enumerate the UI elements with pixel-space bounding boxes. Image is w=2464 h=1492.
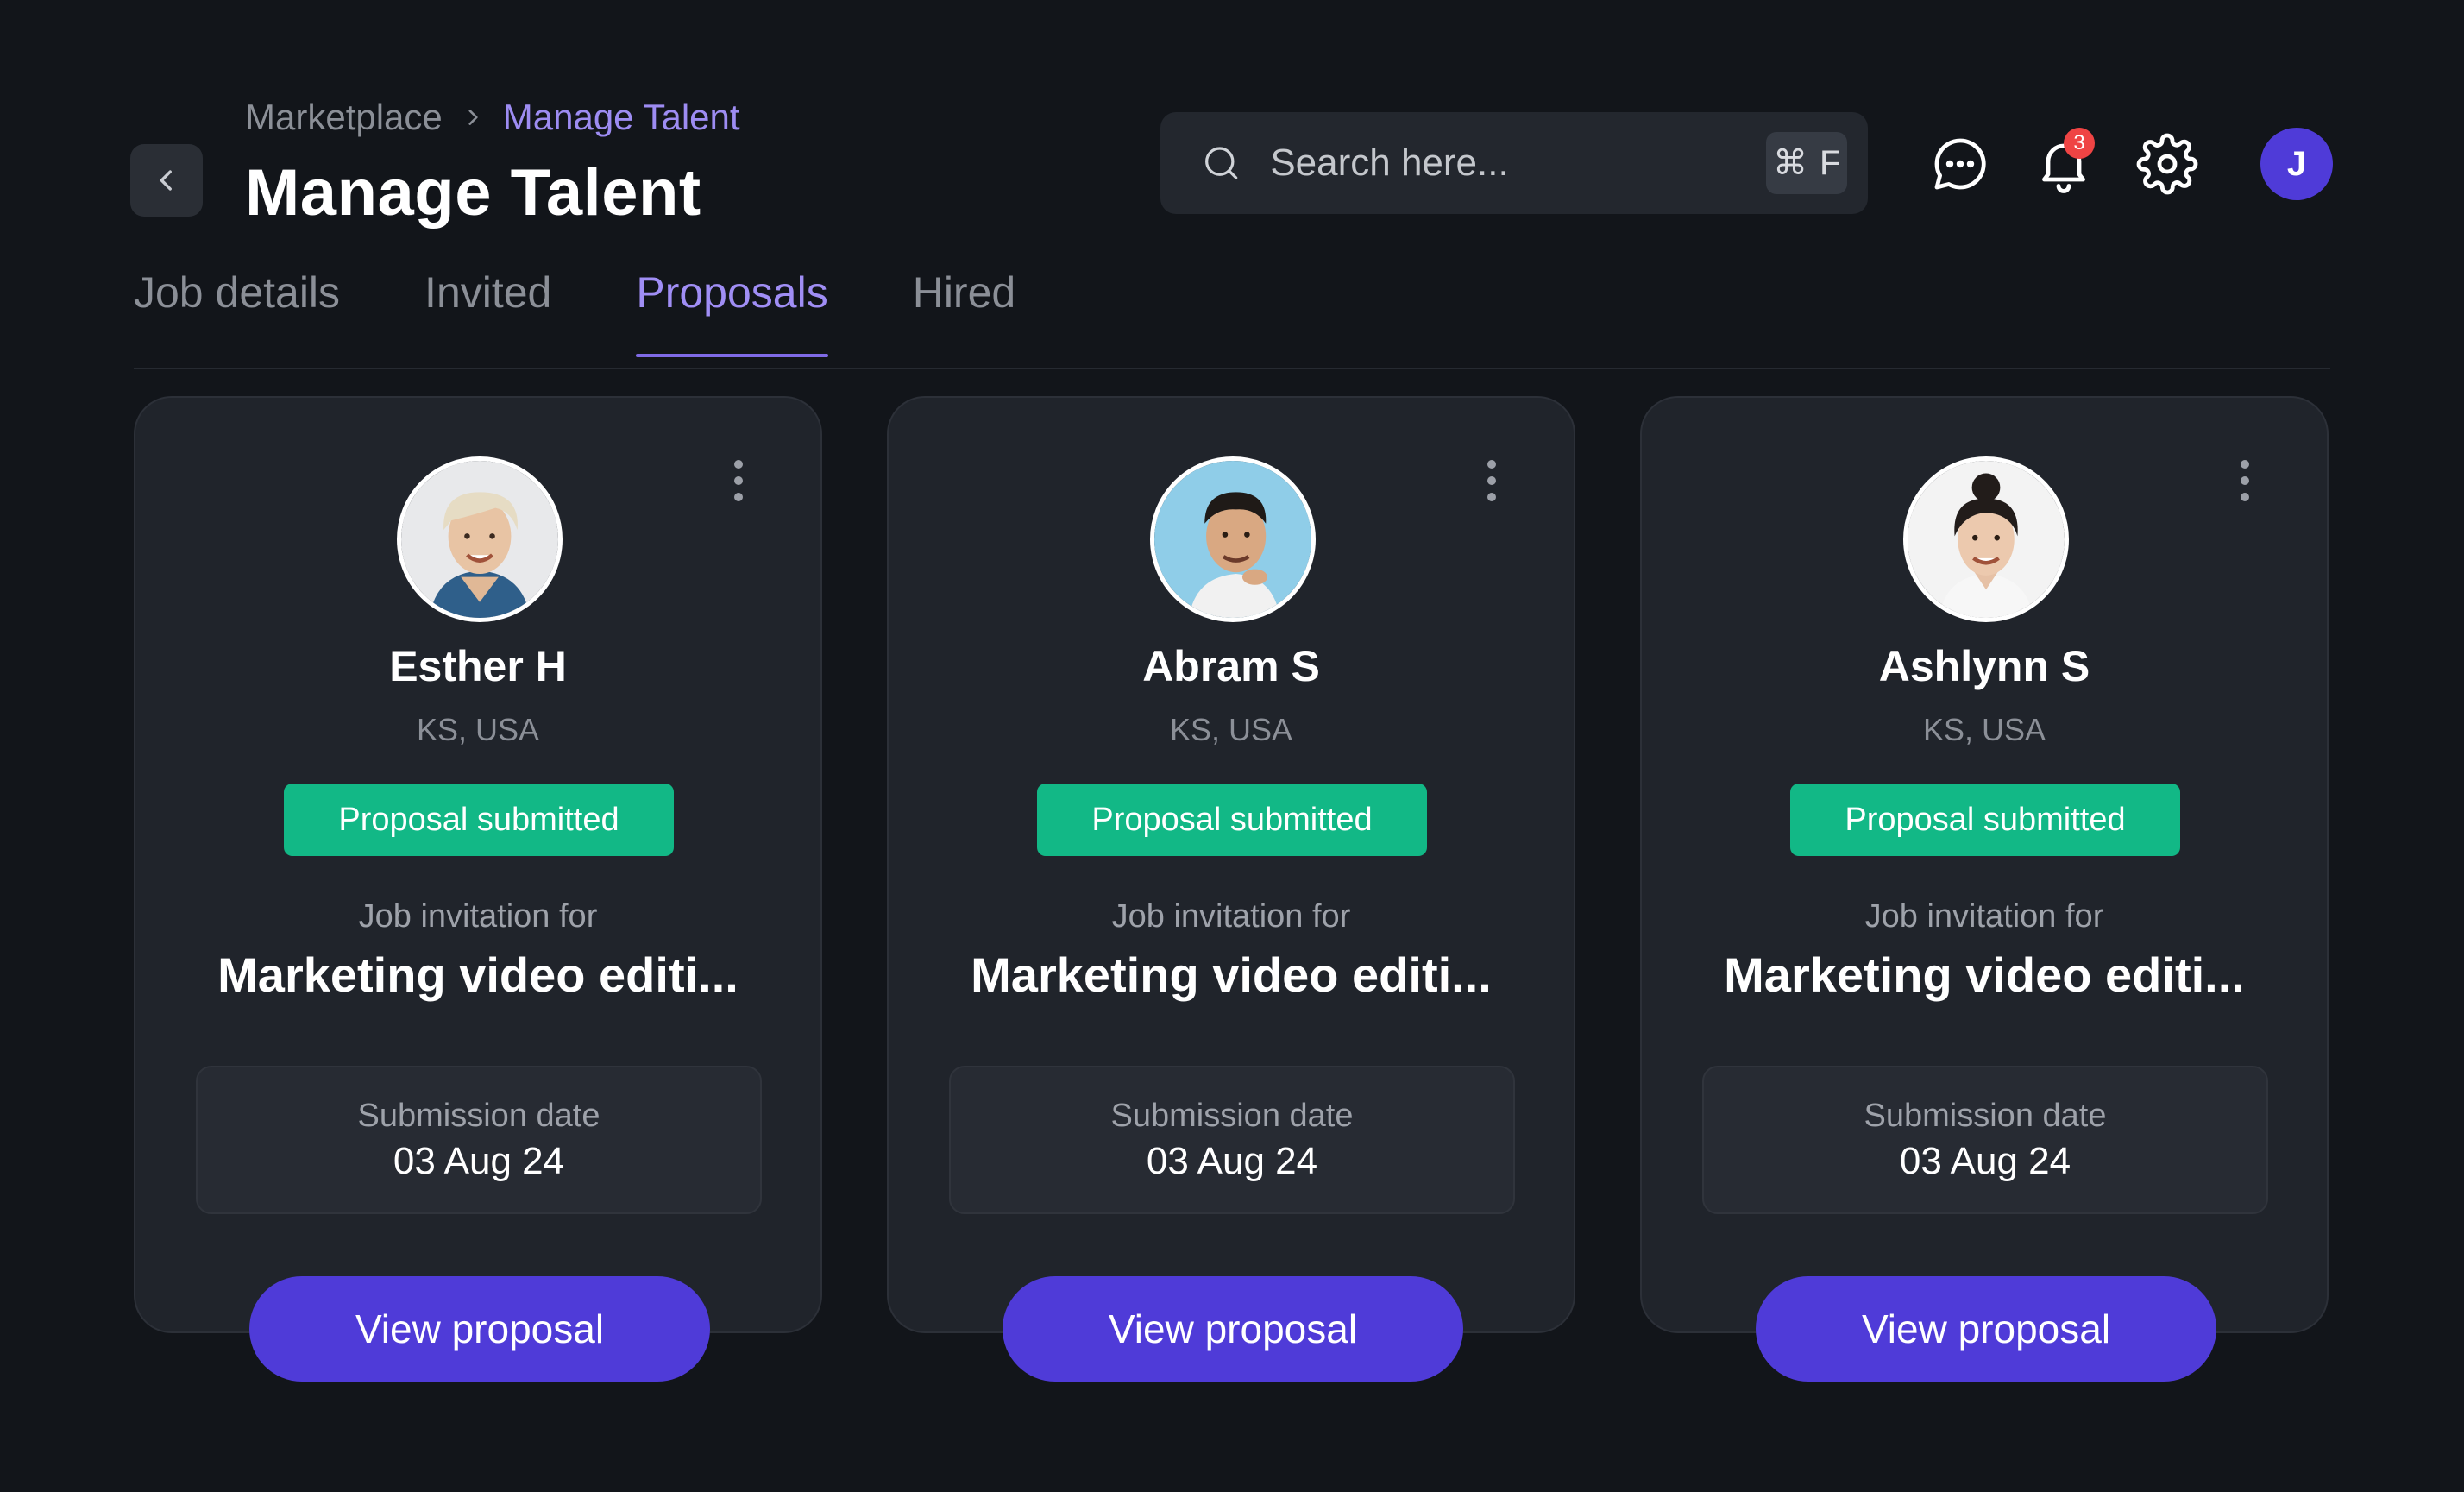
breadcrumb-item-marketplace[interactable]: Marketplace <box>245 97 443 138</box>
search-input[interactable] <box>1270 142 1767 185</box>
talent-location: KS, USA <box>1922 712 2046 747</box>
submission-date-box: Submission date 03 Aug 24 <box>196 1066 762 1214</box>
view-proposal-button[interactable]: View proposal <box>1756 1276 2216 1382</box>
search-icon <box>1205 147 1238 179</box>
notification-count-badge: 3 <box>2064 128 2095 159</box>
job-title: Marketing video editi... <box>217 947 739 1002</box>
submission-date-value: 03 Aug 24 <box>393 1139 565 1182</box>
chat-bubble-icon <box>1934 138 1986 190</box>
tab-proposals[interactable]: Proposals <box>636 259 829 357</box>
search-bar[interactable]: ⌘ F <box>1160 112 1868 214</box>
talent-location: KS, USA <box>1169 712 1293 747</box>
job-invitation-label: Job invitation for <box>358 898 598 935</box>
submission-date-label: Submission date <box>1864 1097 2107 1134</box>
view-proposal-button[interactable]: View proposal <box>1003 1276 1463 1382</box>
submission-date-value: 03 Aug 24 <box>1146 1139 1318 1182</box>
tab-divider <box>134 368 2330 369</box>
talent-card: Abram S KS, USA Proposal submitted Job i… <box>887 396 1575 1333</box>
talent-photo <box>1150 456 1316 622</box>
talent-card: Ashlynn S KS, USA Proposal submitted Job… <box>1640 396 2329 1333</box>
user-avatar[interactable]: J <box>2260 128 2333 200</box>
search-shortcut-hint: ⌘ F <box>1766 132 1847 194</box>
job-title: Marketing video editi... <box>1724 947 2245 1002</box>
talent-location: KS, USA <box>416 712 540 747</box>
submission-date-value: 03 Aug 24 <box>1899 1139 2071 1182</box>
status-badge: Proposal submitted <box>1037 784 1427 856</box>
more-vertical-icon[interactable] <box>726 460 751 501</box>
submission-date-label: Submission date <box>357 1097 600 1134</box>
chevron-right-icon <box>462 106 484 129</box>
job-title: Marketing video editi... <box>971 947 1492 1002</box>
tab-hired[interactable]: Hired <box>913 259 1015 357</box>
job-invitation-label: Job invitation for <box>1111 898 1351 935</box>
submission-date-box: Submission date 03 Aug 24 <box>949 1066 1515 1214</box>
breadcrumb: Marketplace Manage Talent <box>245 93 740 142</box>
more-vertical-icon[interactable] <box>2232 460 2258 501</box>
command-key-icon: ⌘ <box>1772 144 1807 182</box>
job-invitation-label: Job invitation for <box>1864 898 2104 935</box>
settings-button[interactable] <box>2133 129 2202 198</box>
status-badge: Proposal submitted <box>1790 784 2180 856</box>
more-vertical-icon[interactable] <box>1479 460 1505 501</box>
messages-button[interactable] <box>1926 129 1995 198</box>
back-button[interactable] <box>130 144 203 217</box>
shortcut-key: F <box>1819 143 1841 182</box>
page-title: Manage Talent <box>245 156 701 230</box>
breadcrumb-item-current: Manage Talent <box>502 97 740 137</box>
talent-name: Ashlynn S <box>1878 642 2090 690</box>
gear-icon <box>2136 133 2198 195</box>
view-proposal-button[interactable]: View proposal <box>249 1276 710 1382</box>
submission-date-box: Submission date 03 Aug 24 <box>1702 1066 2268 1214</box>
status-badge: Proposal submitted <box>284 784 674 856</box>
tab-bar: Job details Invited Proposals Hired <box>134 259 1015 357</box>
chevron-left-icon <box>160 170 172 191</box>
talent-name: Abram S <box>1142 642 1320 690</box>
tab-invited[interactable]: Invited <box>424 259 551 357</box>
tab-job-details[interactable]: Job details <box>134 259 340 357</box>
talent-photo <box>397 456 563 622</box>
talent-photo <box>1903 456 2069 622</box>
submission-date-label: Submission date <box>1110 1097 1354 1134</box>
talent-card: Esther H KS, USA Proposal submitted Job … <box>134 396 822 1333</box>
talent-name: Esther H <box>389 642 567 690</box>
